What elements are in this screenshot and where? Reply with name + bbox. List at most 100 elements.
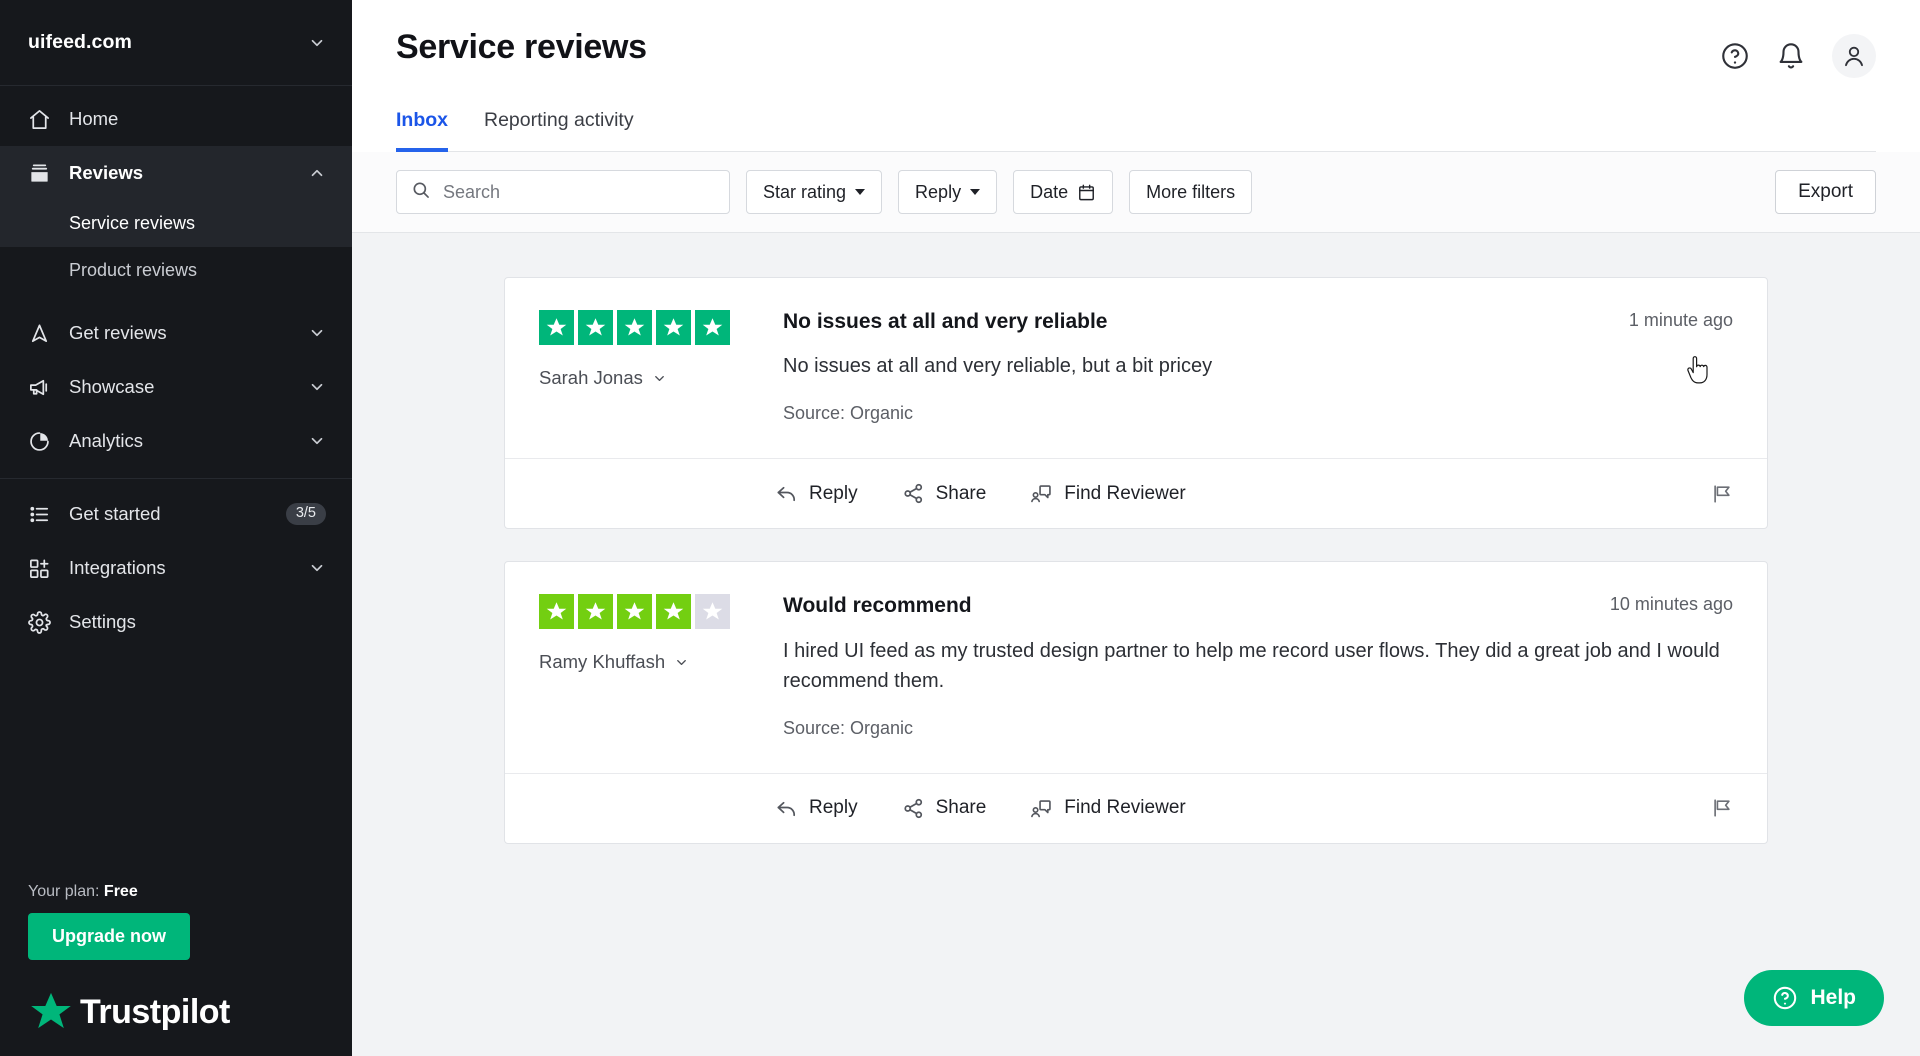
sidebar-item-label: Showcase — [69, 376, 155, 397]
sidebar-item-product-reviews[interactable]: Product reviews — [0, 247, 352, 294]
send-icon — [28, 322, 51, 345]
reply-filter-button[interactable]: Reply — [898, 170, 998, 214]
reviewer-name-dropdown[interactable]: Sarah Jonas — [539, 367, 667, 389]
search-icon — [411, 180, 431, 205]
sidebar-item-home[interactable]: Home — [0, 92, 352, 146]
sidebar-footer: Your plan: Free Upgrade now Trustpilot — [0, 883, 352, 1056]
more-filters-button[interactable]: More filters — [1129, 170, 1253, 214]
brand-name: uifeed.com — [28, 31, 132, 53]
reply-button[interactable]: Reply — [775, 797, 858, 820]
star-icon — [578, 594, 613, 630]
search-field[interactable] — [396, 170, 730, 214]
review-body: Ramy Khuffash Would recommend 10 minutes… — [505, 562, 1767, 772]
share-button[interactable]: Share — [902, 797, 987, 820]
reply-label: Reply — [809, 482, 858, 504]
tab-label: Inbox — [396, 109, 448, 131]
share-button[interactable]: Share — [902, 482, 987, 505]
help-circle-icon[interactable] — [1720, 41, 1750, 71]
star-rating-filter-button[interactable]: Star rating — [746, 170, 883, 214]
reply-button[interactable]: Reply — [775, 482, 858, 505]
filter-bar: Star rating Reply Date More filters Expo… — [352, 152, 1920, 233]
star-icon — [539, 310, 574, 345]
trustpilot-logo: Trustpilot — [28, 990, 324, 1034]
star-icon — [617, 594, 652, 630]
date-filter-button[interactable]: Date — [1013, 170, 1114, 214]
review-body: Sarah Jonas No issues at all and very re… — [505, 278, 1767, 458]
find-reviewer-label: Find Reviewer — [1064, 797, 1186, 819]
header-actions — [1720, 28, 1876, 78]
main-area: Service reviews Inbox Reporting activity… — [352, 0, 1920, 1056]
review-meta: Ramy Khuffash — [539, 592, 783, 738]
upgrade-now-button[interactable]: Upgrade now — [28, 913, 191, 960]
star-icon — [578, 310, 613, 345]
bell-icon[interactable] — [1776, 41, 1806, 71]
chevron-down-icon — [308, 559, 326, 577]
share-label: Share — [935, 482, 987, 504]
share-label: Share — [935, 797, 987, 819]
sidebar-item-showcase[interactable]: Showcase — [0, 360, 352, 414]
star-icon — [539, 594, 574, 630]
export-button[interactable]: Export — [1775, 170, 1876, 214]
chevron-down-icon — [308, 378, 326, 396]
top-bar-row: Service reviews — [396, 28, 1876, 78]
review-content: Would recommend 10 minutes ago I hired U… — [783, 592, 1733, 738]
top-bar: Service reviews Inbox Reporting activity — [352, 0, 1920, 152]
review-header: No issues at all and very reliable 1 min… — [783, 308, 1733, 335]
get-started-progress-badge: 3/5 — [285, 502, 326, 526]
chevron-down-icon — [855, 189, 866, 195]
find-reviewer-label: Find Reviewer — [1064, 482, 1186, 504]
star-rating — [539, 310, 783, 345]
star-icon — [695, 310, 730, 345]
plan-value: Free — [103, 883, 138, 900]
home-icon — [28, 108, 51, 131]
review-title: No issues at all and very reliable — [783, 310, 1108, 333]
flag-icon[interactable] — [1711, 797, 1733, 819]
sidebar-item-get-reviews[interactable]: Get reviews — [0, 306, 352, 360]
chevron-down-icon — [674, 655, 689, 670]
megaphone-icon — [28, 376, 51, 399]
tab-reporting-activity[interactable]: Reporting activity — [484, 109, 634, 152]
sidebar-item-get-started[interactable]: Get started 3/5 — [0, 487, 352, 541]
find-reviewer-icon — [1030, 797, 1053, 820]
reviews-list: Sarah Jonas No issues at all and very re… — [352, 233, 1920, 1056]
sidebar: uifeed.com Home Reviews Service reviews … — [0, 0, 352, 1056]
tab-label: Reporting activity — [484, 109, 634, 131]
tab-inbox[interactable]: Inbox — [396, 109, 448, 152]
sidebar-item-label: Analytics — [69, 430, 144, 451]
find-reviewer-button[interactable]: Find Reviewer — [1030, 482, 1186, 505]
reviewer-name: Ramy Khuffash — [539, 651, 666, 673]
sidebar-item-settings[interactable]: Settings — [0, 595, 352, 649]
date-filter-label: Date — [1030, 181, 1069, 202]
sidebar-item-analytics[interactable]: Analytics — [0, 414, 352, 468]
sidebar-subitem-label: Product reviews — [69, 260, 198, 280]
star-icon — [656, 310, 691, 345]
review-timestamp: 10 minutes ago — [1609, 594, 1733, 615]
pie-chart-icon — [28, 430, 51, 453]
sidebar-item-label: Reviews — [69, 162, 144, 183]
share-nodes-icon — [902, 482, 925, 505]
search-input[interactable] — [443, 181, 715, 203]
chevron-up-icon — [308, 164, 326, 182]
sidebar-item-service-reviews[interactable]: Service reviews — [0, 200, 352, 247]
trustpilot-star-icon — [28, 990, 74, 1034]
star-icon-empty — [695, 594, 730, 630]
help-widget-button[interactable]: Help — [1744, 970, 1884, 1026]
find-reviewer-button[interactable]: Find Reviewer — [1030, 797, 1186, 820]
user-avatar-icon[interactable] — [1832, 34, 1876, 78]
reviewer-name: Sarah Jonas — [539, 367, 643, 388]
sidebar-subitem-label: Service reviews — [69, 213, 196, 233]
sidebar-item-integrations[interactable]: Integrations — [0, 541, 352, 595]
grid-plus-icon — [28, 557, 51, 580]
flag-icon[interactable] — [1711, 483, 1733, 505]
brand-switcher[interactable]: uifeed.com — [0, 0, 352, 86]
review-text: I hired UI feed as my trusted design par… — [783, 639, 1720, 692]
review-actions: Reply Share Find Reviewer — [505, 772, 1767, 843]
sidebar-divider — [0, 478, 352, 479]
calendar-icon — [1077, 183, 1096, 202]
reviewer-name-dropdown[interactable]: Ramy Khuffash — [539, 651, 689, 673]
sidebar-item-label: Settings — [69, 611, 136, 632]
reply-arrow-icon — [775, 797, 798, 820]
review-header: Would recommend 10 minutes ago — [783, 592, 1733, 619]
review-text: No issues at all and very reliable, but … — [783, 355, 1213, 378]
sidebar-item-reviews[interactable]: Reviews — [0, 146, 352, 200]
